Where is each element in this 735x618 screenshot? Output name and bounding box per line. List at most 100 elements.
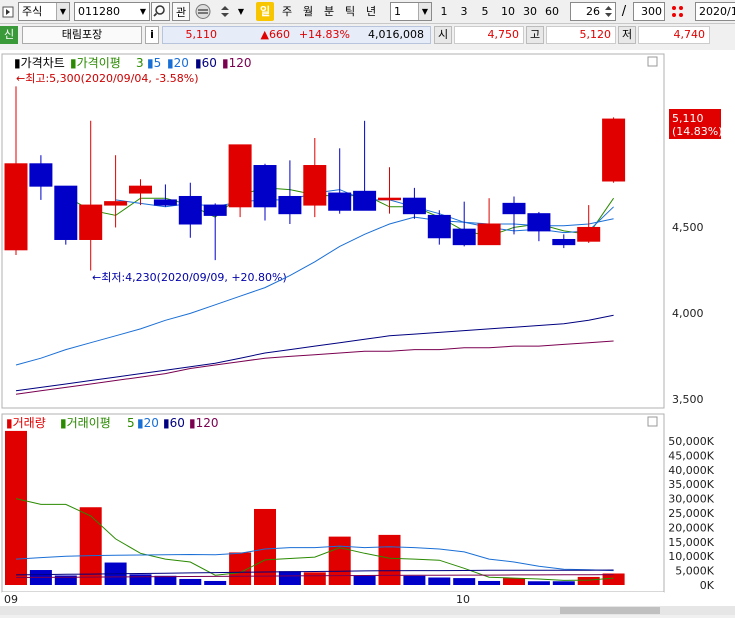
volume-y-tick: 5,000K	[675, 565, 714, 578]
volume-bar	[527, 581, 550, 585]
volume-y-tick: 35,000K	[668, 478, 714, 491]
x-month-label: 09	[4, 593, 18, 606]
volume-y-tick: 30,000K	[668, 493, 714, 506]
panel-close-icon[interactable]	[647, 56, 658, 67]
candle-body	[228, 144, 252, 208]
low-annotation: ←최저:4,230(2020/09/09, +20.80%)	[92, 271, 287, 284]
volume-ma-60: ▮60	[163, 416, 185, 430]
volume-bar	[5, 430, 27, 585]
market-select[interactable]: 주식 ▼	[18, 2, 70, 21]
total-count-input[interactable]: 300	[633, 2, 665, 21]
reset-icon	[672, 6, 683, 17]
volume-y-tick: 10,000K	[668, 550, 714, 563]
period-month-button[interactable]: 월	[299, 2, 317, 21]
open-label: 시	[434, 26, 452, 44]
volume-y-tick: 50,000K	[668, 435, 714, 448]
candle-body	[378, 197, 401, 201]
search-button[interactable]	[151, 2, 170, 21]
volume-bar	[378, 534, 401, 585]
quote-bar: 신 태림포장 i 5,110 ▲660 +14.83% 4,016,008 시 …	[0, 24, 735, 46]
volume-legend-title: ▮거래량	[6, 416, 46, 430]
search-icon	[153, 5, 165, 17]
price-y-tick: 4,500	[672, 221, 704, 234]
volume-ma-label: ▮거래이평	[60, 416, 111, 430]
total-count-value: 300	[641, 5, 662, 18]
price-change: ▲660	[260, 28, 290, 41]
multiplier-value: 1	[394, 5, 401, 18]
updown-spinner[interactable]	[216, 2, 234, 21]
spinner-arrows-icon	[605, 6, 612, 17]
count-60-button[interactable]: 60	[542, 2, 562, 21]
price-ma-label: ▮가격이평	[70, 56, 121, 70]
price-change-pct: +14.83%	[298, 28, 350, 41]
stock-code-value: 011280	[78, 5, 120, 18]
period-day-button[interactable]: 일	[256, 2, 274, 21]
x-month-label: 10	[456, 593, 470, 606]
high-label: 고	[526, 26, 544, 44]
candle-body	[427, 214, 451, 239]
candle-body	[402, 197, 426, 215]
candle-body	[278, 195, 302, 215]
volume-ma-120: ▮120	[189, 416, 219, 430]
link-button[interactable]	[192, 2, 214, 21]
stock-name: 태림포장	[22, 26, 142, 44]
volume-y-tick: 25,000K	[668, 507, 714, 520]
volume-bar	[353, 575, 376, 585]
volume-bar	[303, 572, 326, 585]
stock-chart[interactable]: ▮가격차트 ▮가격이평 3 ▮5 ▮20 ▮60 ▮120 ←최고:5,300(…	[0, 50, 735, 615]
count-5-button[interactable]: 5	[477, 2, 493, 21]
open-value: 4,750	[454, 26, 524, 44]
candle-body	[129, 185, 152, 194]
scrollbar-thumb[interactable]	[560, 607, 660, 614]
chart-toolbar: 주식 ▼ 011280 ▼ 관 ▼ 일 주 월 분 틱 년 1 ▼ 1 3 5 …	[0, 0, 735, 24]
date-input[interactable]: 2020/1	[695, 2, 735, 21]
chart-area[interactable]: ▮가격차트 ▮가격이평 3 ▮5 ▮20 ▮60 ▮120 ←최고:5,300(…	[0, 50, 735, 615]
candle-body	[552, 238, 576, 246]
count-10-button[interactable]: 10	[498, 2, 518, 21]
candle-body	[577, 226, 601, 242]
period-week-button[interactable]: 주	[278, 2, 296, 21]
current-price: 5,110	[185, 28, 218, 41]
chevron-down-icon: ▼	[56, 3, 69, 20]
candle-body	[502, 202, 526, 215]
candle-body	[104, 201, 128, 206]
candle-body	[253, 165, 277, 208]
volume: 4,016,008	[368, 28, 424, 41]
price-y-tick: 4,000	[672, 307, 704, 320]
visible-count-input[interactable]: 26	[570, 2, 616, 21]
panel-close-icon[interactable]	[647, 416, 658, 427]
volume-bar	[577, 576, 600, 585]
candle-body	[79, 204, 103, 240]
volume-ma-20: ▮20	[137, 416, 159, 430]
count-3-button[interactable]: 3	[456, 2, 472, 21]
candle-body	[303, 165, 327, 206]
volume-bar	[552, 581, 575, 585]
price-ma-3: 3	[136, 56, 144, 70]
multiplier-select[interactable]: 1 ▼	[390, 2, 432, 21]
volume-y-tick: 15,000K	[668, 536, 714, 549]
period-tick-button[interactable]: 틱	[341, 2, 359, 21]
volume-bar	[129, 574, 152, 585]
chevron-down-icon[interactable]: ▼	[236, 2, 246, 21]
volume-y-tick: 45,000K	[668, 449, 714, 462]
visible-count-value: 26	[586, 5, 600, 18]
volume-bar	[478, 580, 501, 585]
chart-toggle-icon[interactable]	[2, 2, 16, 21]
candle-body	[4, 163, 28, 251]
volume-bar	[503, 578, 525, 585]
high-annotation: ←최고:5,300(2020/09/04, -3.58%)	[16, 72, 199, 85]
volume-ma-5: 5	[127, 416, 135, 430]
count-30-button[interactable]: 30	[520, 2, 540, 21]
count-1-button[interactable]: 1	[436, 2, 452, 21]
info-button[interactable]: i	[145, 26, 159, 44]
chevron-down-icon: ▼	[418, 3, 431, 20]
volume-y-tick: 0K	[700, 579, 715, 592]
reset-button[interactable]	[668, 2, 690, 21]
stock-code-input[interactable]: 011280 ▼	[74, 2, 150, 21]
volume-bar	[602, 573, 625, 585]
period-minute-button[interactable]: 분	[320, 2, 338, 21]
watchlist-button[interactable]: 관	[172, 2, 190, 21]
period-year-button[interactable]: 년	[362, 2, 380, 21]
market-select-value: 주식	[22, 5, 43, 18]
link-icon	[195, 4, 211, 19]
